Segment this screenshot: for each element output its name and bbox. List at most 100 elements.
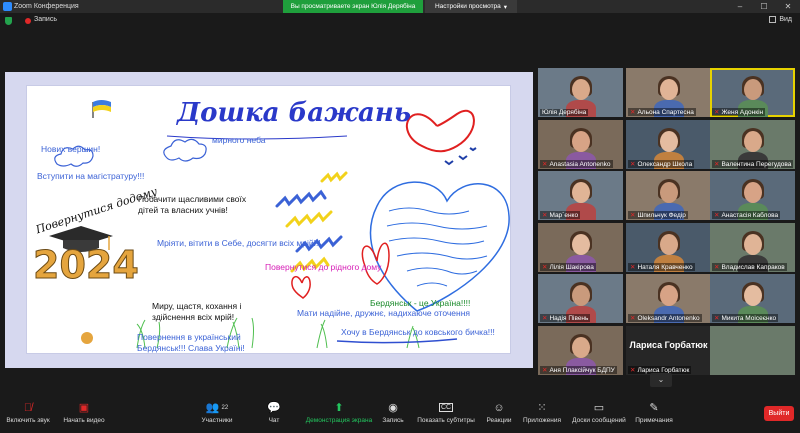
participant-tile[interactable]: ✕ Oleksandr Antonenko xyxy=(626,274,711,323)
wish-text: Нових вершин! xyxy=(41,144,101,154)
participant-name-label: ✕ Олександр Школа xyxy=(628,159,695,168)
participant-video-face xyxy=(744,79,762,100)
start-video-button[interactable]: ▣ Начать видео xyxy=(56,400,112,424)
record-button[interactable]: ◉ Запись xyxy=(378,400,408,424)
reactions-icon: ☺ xyxy=(493,401,505,414)
app-title: Zoom Конференция xyxy=(14,3,79,10)
participant-video-face xyxy=(660,285,678,306)
screen-share-banner: Вы просматриваете экран Юлія Дерябіна xyxy=(283,0,423,13)
participant-tile[interactable]: ✕ Мар`енко xyxy=(538,171,623,220)
participant-tile[interactable]: ✕ Наталя Кравченко xyxy=(626,222,711,272)
muted-mic-icon: ✕ xyxy=(630,160,636,168)
muted-mic-icon: ✕ xyxy=(542,160,548,168)
participant-tile[interactable]: ✕ Олександр Школа xyxy=(626,119,711,169)
leave-meeting-button[interactable]: Выйти xyxy=(764,406,794,421)
participant-name: Альона Спартесна xyxy=(637,109,694,116)
apps-button[interactable]: ⁙ Приложения xyxy=(520,400,564,424)
muted-mic-icon: ✕ xyxy=(542,315,548,322)
whiteboards-button[interactable]: ▭ Доски сообщений xyxy=(568,400,630,424)
participant-tile[interactable]: ✕ Надія Півень xyxy=(538,274,623,323)
flag-scribbles xyxy=(275,171,348,273)
participant-video-face xyxy=(744,285,762,306)
muted-mic-icon: ✕ xyxy=(630,263,636,271)
notes-button[interactable]: ✎ Примечания xyxy=(632,400,676,424)
participant-video-face xyxy=(572,285,590,306)
reactions-button[interactable]: ☺ Реакции xyxy=(484,400,514,425)
wish-text: здійснення всіх мрій! xyxy=(152,312,235,322)
close-button[interactable]: ✕ xyxy=(776,0,800,13)
participant-video-face xyxy=(572,79,590,100)
muted-mic-icon: ✕ xyxy=(542,212,548,219)
captions-label: Показать субтитры xyxy=(417,417,475,424)
participant-tile[interactable]: ✕ Anastasia Antonenko xyxy=(538,119,623,169)
wish-text: Повернення в український xyxy=(137,332,241,342)
participant-name: Аня Плаксійчук БДПУ xyxy=(549,366,615,374)
participant-name: Шпильчук Федір xyxy=(637,212,686,219)
participant-tile[interactable] xyxy=(710,325,795,375)
participant-name-label: ✕ Аня Плаксійчук БДПУ xyxy=(540,365,617,374)
microphone-muted-icon: 🎙̸ xyxy=(23,401,33,414)
participant-gallery: Юлія Дерябіна ✕ Альона Спартесна ✕ Женя Адон… xyxy=(538,68,800,375)
wish-text: Миру, щастя, кохання і xyxy=(152,301,242,311)
muted-mic-icon: ✕ xyxy=(542,366,548,374)
participant-name: Наталя Кравченко xyxy=(637,263,693,271)
participant-tile[interactable]: Лариса Горбатюк ✕ Лариса Горбатюк xyxy=(626,325,711,375)
view-settings-button[interactable]: Настройки просмотра ▾ xyxy=(425,0,517,13)
participant-video-face xyxy=(572,130,590,152)
participant-name-label: Юлія Дерябіна xyxy=(540,109,589,116)
participants-count: 22 xyxy=(221,404,229,411)
wish-text: Хочу в Бердянськ до ковського бичка!!! xyxy=(341,327,495,337)
wish-text: Мати надійне, дружнє, надихаюче оточення xyxy=(297,308,471,318)
muted-mic-icon: ✕ xyxy=(714,263,720,271)
participant-name-label: ✕ Мар`енко xyxy=(540,211,581,219)
participant-tile[interactable]: ✕ Анастасія Каблова xyxy=(710,171,795,220)
chevron-down-icon: ▾ xyxy=(503,3,508,11)
view-settings-label: Настройки просмотра xyxy=(434,3,501,10)
participant-video-face xyxy=(660,79,678,100)
record-label: Запись xyxy=(382,417,404,424)
participants-button[interactable]: 👥 22 Участники xyxy=(195,400,239,424)
chat-button[interactable]: 💬 Чат xyxy=(262,400,286,424)
participant-tile[interactable]: ✕ Микита Моісеєнко xyxy=(710,274,795,323)
participant-tile[interactable]: ✕ Шпильчук Федір xyxy=(626,171,711,220)
muted-mic-icon: ✕ xyxy=(714,212,720,219)
participant-tile[interactable]: Юлія Дерябіна xyxy=(538,68,623,117)
minimize-button[interactable]: – xyxy=(728,0,752,13)
participant-tile[interactable]: ✕ Валентина Перегудова xyxy=(710,119,795,169)
participant-name-label: ✕ Женя Адонкін xyxy=(712,108,766,116)
unmute-label: Включить звук xyxy=(6,417,50,424)
participant-tile[interactable]: ✕ Лілія Шакірова xyxy=(538,222,623,272)
muted-mic-icon: ✕ xyxy=(630,212,636,219)
grid-view-icon xyxy=(769,16,777,23)
participant-tile[interactable]: ✕ Альона Спартесна xyxy=(626,68,711,117)
notes-icon: ✎ xyxy=(649,402,659,414)
view-button[interactable]: Вид xyxy=(769,16,792,23)
participant-tile[interactable]: ✕ Женя Адонкін xyxy=(710,68,795,117)
muted-mic-icon: ✕ xyxy=(714,109,720,116)
ukraine-flag-icon xyxy=(92,100,111,118)
participant-video-face xyxy=(660,130,678,152)
participant-name: Oleksandr Antonenko xyxy=(637,315,700,322)
participant-tile[interactable]: ✕ Владислав Капраков xyxy=(710,222,795,272)
wish-text: Мріяти, вітити в Себе, досягти всіх мрій… xyxy=(157,238,321,248)
participant-name-label: ✕ Лілія Шакірова xyxy=(540,262,596,271)
unmute-button[interactable]: 🎙̸ Включить звук xyxy=(4,400,52,425)
participant-name-label: ✕ Наталя Кравченко xyxy=(628,262,695,271)
participant-name-label: ✕ Oleksandr Antonenko xyxy=(628,314,702,322)
notes-label: Примечания xyxy=(635,417,673,424)
year-graphic: 2024 xyxy=(33,243,140,287)
maximize-button[interactable]: ☐ xyxy=(752,0,776,13)
recording-label: Запись xyxy=(34,16,57,23)
participant-tile[interactable]: ✕ Аня Плаксійчук БДПУ xyxy=(538,325,623,375)
security-shield-icon[interactable] xyxy=(5,17,12,25)
participant-name: Надія Півень xyxy=(549,315,589,322)
participant-name-label: ✕ Владислав Капраков xyxy=(712,262,787,271)
recording-dot-icon xyxy=(25,18,31,24)
gallery-next-page-button[interactable]: ⌄ xyxy=(650,373,672,387)
wish-text: мирного неба xyxy=(212,135,266,145)
participant-video-face xyxy=(572,182,590,203)
share-screen-button[interactable]: ⬆ Демонстрация экрана xyxy=(300,400,378,424)
captions-button[interactable]: CC Показать субтитры xyxy=(416,400,476,424)
start-video-label: Начать видео xyxy=(63,417,105,424)
participant-name-display: Лариса Горбатюк xyxy=(629,339,708,350)
